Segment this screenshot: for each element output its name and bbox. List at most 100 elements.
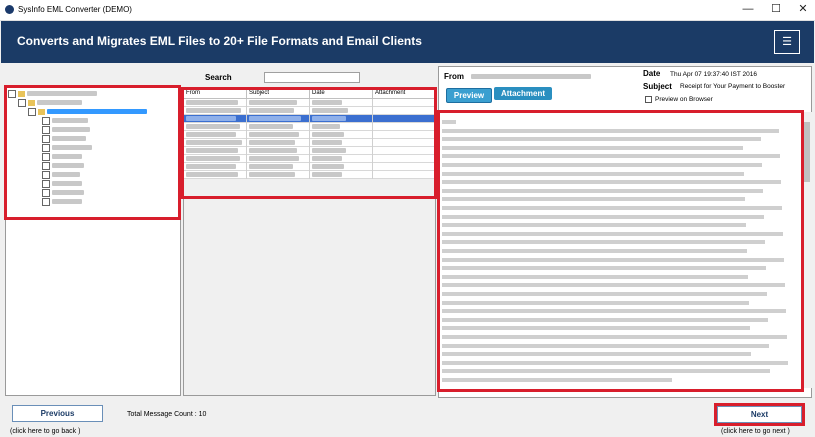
table-cell	[310, 139, 373, 147]
folder-icon	[18, 90, 25, 97]
close-button[interactable]: ✕	[790, 2, 815, 17]
table-row[interactable]	[184, 147, 435, 155]
body-text-line	[442, 300, 749, 305]
next-button[interactable]: Next	[717, 406, 802, 423]
tree-checkbox[interactable]	[8, 89, 16, 98]
table-cell	[373, 107, 435, 115]
column-header-subject[interactable]: Subject	[247, 89, 310, 98]
body-text-line	[442, 128, 779, 133]
table-cell	[247, 131, 310, 139]
table-row[interactable]	[184, 107, 435, 115]
body-text-line	[442, 197, 745, 202]
minimize-button[interactable]: —	[735, 2, 761, 17]
tab-preview[interactable]: Preview	[446, 88, 492, 103]
tree-checkbox[interactable]	[28, 107, 36, 116]
message-body[interactable]	[440, 112, 811, 390]
grid-header: From Subject Date Attachment	[184, 89, 435, 99]
hamburger-icon: ☰	[782, 36, 792, 48]
subject-value: Receipt for Your Payment to Booster	[680, 83, 786, 90]
search-input[interactable]	[264, 72, 360, 83]
body-text-line	[442, 171, 744, 176]
folder-icon	[38, 108, 45, 115]
tree-checkbox[interactable]	[42, 188, 50, 197]
tree-checkbox[interactable]	[42, 161, 50, 170]
tree-root[interactable]	[8, 89, 97, 98]
menu-button[interactable]: ☰	[774, 30, 800, 54]
table-row[interactable]	[184, 131, 435, 139]
tree-item[interactable]	[42, 143, 92, 152]
table-cell	[310, 131, 373, 139]
body-text-line	[442, 231, 783, 236]
previous-hint: (click here to go back )	[10, 428, 81, 435]
column-header-from[interactable]: From	[184, 89, 247, 98]
maximize-button[interactable]: ☐	[763, 2, 789, 17]
table-cell	[247, 155, 310, 163]
table-row[interactable]	[184, 171, 435, 179]
tree-checkbox[interactable]	[42, 116, 50, 125]
table-cell	[310, 107, 373, 115]
folder-tree[interactable]	[5, 86, 181, 396]
tree-item-selected[interactable]	[28, 107, 147, 116]
tree-item[interactable]	[42, 125, 90, 134]
column-header-attachment[interactable]: Attachment	[373, 89, 435, 98]
tree-item[interactable]	[42, 188, 84, 197]
table-row[interactable]	[184, 163, 435, 171]
tree-item[interactable]	[42, 134, 86, 143]
body-text-line	[442, 343, 769, 348]
app-header: Converts and Migrates EML Files to 20+ F…	[1, 21, 814, 63]
tree-checkbox[interactable]	[42, 152, 50, 161]
scrollbar-thumb[interactable]	[804, 122, 810, 182]
body-text-line	[442, 317, 768, 322]
search-label: Search	[205, 73, 232, 82]
table-row[interactable]	[184, 123, 435, 131]
table-cell	[184, 171, 247, 179]
tree-item[interactable]	[42, 197, 82, 206]
table-cell	[247, 163, 310, 171]
tree-item[interactable]	[42, 116, 88, 125]
message-grid: From Subject Date Attachment	[183, 88, 436, 396]
subject-label: Subject	[643, 82, 672, 91]
body-text-line	[442, 120, 456, 124]
body-text-line	[442, 266, 766, 271]
tree-item[interactable]	[18, 98, 82, 107]
tree-item[interactable]	[42, 161, 84, 170]
table-cell	[310, 155, 373, 163]
next-hint: (click here to go next )	[721, 428, 790, 435]
table-cell	[310, 99, 373, 107]
preview-on-browser-checkbox[interactable]	[645, 96, 652, 103]
vertical-scrollbar[interactable]	[802, 112, 812, 388]
table-cell	[373, 163, 435, 171]
preview-on-browser-label: Preview on Browser	[655, 96, 713, 103]
tab-attachment[interactable]: Attachment	[494, 87, 552, 100]
tree-checkbox[interactable]	[42, 197, 50, 206]
tree-checkbox[interactable]	[42, 134, 50, 143]
table-cell	[310, 171, 373, 179]
column-header-date[interactable]: Date	[310, 89, 373, 98]
table-cell	[184, 139, 247, 147]
tree-item[interactable]	[42, 179, 82, 188]
tree-checkbox[interactable]	[18, 98, 26, 107]
table-cell	[373, 139, 435, 147]
table-cell	[310, 115, 373, 123]
previous-button[interactable]: Previous	[12, 405, 103, 422]
body-text-line	[442, 249, 747, 253]
table-cell	[373, 115, 435, 123]
tree-checkbox[interactable]	[42, 179, 50, 188]
tree-item[interactable]	[42, 170, 80, 179]
tree-item[interactable]	[42, 152, 82, 161]
body-text-line	[442, 214, 764, 219]
table-row[interactable]	[184, 99, 435, 107]
table-row[interactable]	[184, 139, 435, 147]
table-row[interactable]	[184, 115, 435, 123]
tree-checkbox[interactable]	[42, 170, 50, 179]
body-text-line	[442, 240, 765, 245]
body-text-line	[442, 292, 767, 296]
tree-checkbox[interactable]	[42, 143, 50, 152]
body-text-line	[442, 378, 672, 382]
table-row[interactable]	[184, 155, 435, 163]
body-text-line	[442, 360, 788, 365]
folder-icon	[28, 99, 35, 106]
tree-checkbox[interactable]	[42, 125, 50, 134]
table-cell	[184, 147, 247, 155]
body-text-line	[442, 180, 781, 185]
